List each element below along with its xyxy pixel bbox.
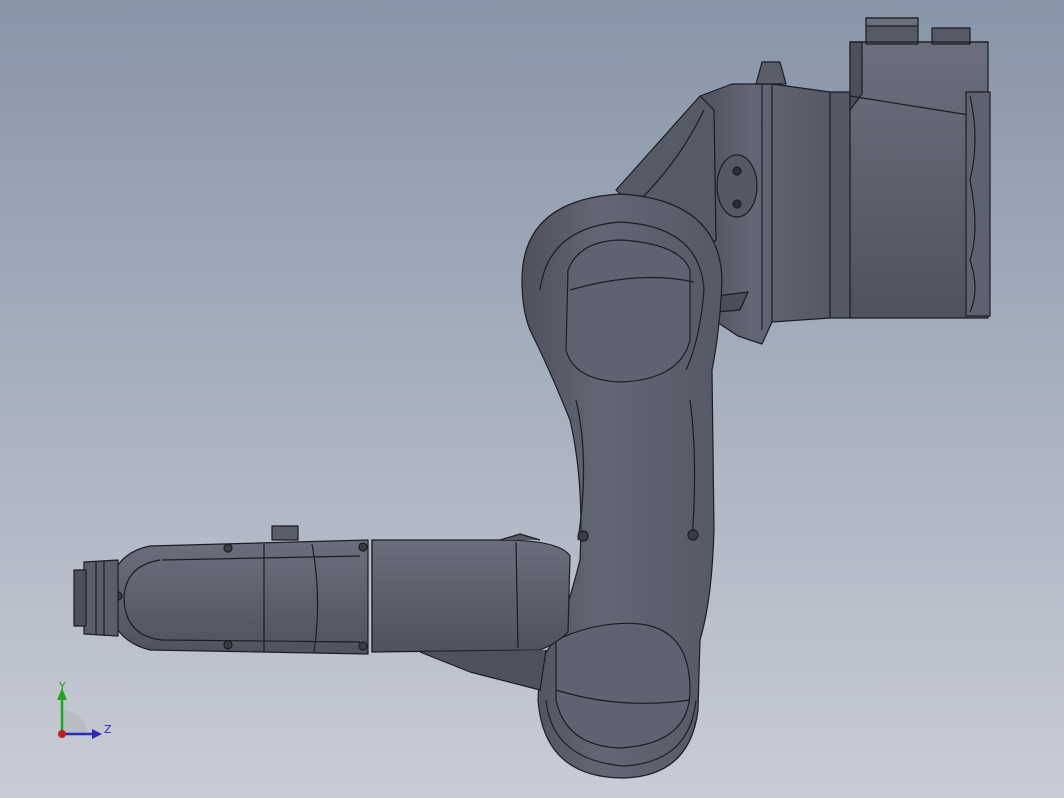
- base-housing: [829, 17, 991, 319]
- y-axis-label: Y: [58, 680, 66, 693]
- graphics-viewport[interactable]: Y Z: [0, 0, 1064, 798]
- wrist-link: [107, 525, 369, 655]
- upper-arm: [521, 193, 723, 779]
- x-axis-dot: [58, 730, 66, 738]
- z-axis-label: Z: [104, 723, 112, 736]
- tool-flange: [73, 559, 119, 637]
- axis-triad: Y Z: [57, 680, 112, 739]
- forearm: [371, 533, 571, 691]
- robot-arm-model[interactable]: [0, 0, 1064, 798]
